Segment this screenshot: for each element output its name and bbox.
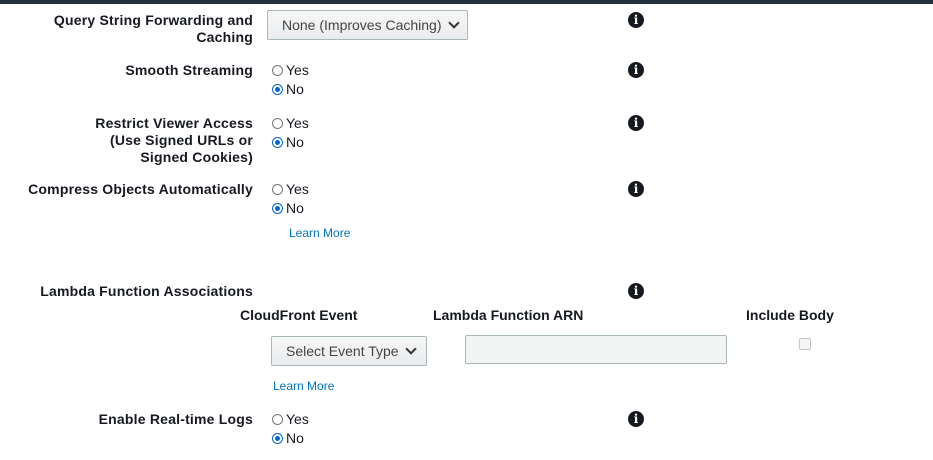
smooth-streaming-yes-radio[interactable] xyxy=(272,65,283,76)
lambda-arn-header: Lambda Function ARN xyxy=(433,307,584,323)
include-body-header: Include Body xyxy=(746,307,834,323)
chevron-down-icon xyxy=(404,343,417,355)
restrict-viewer-access-label: Restrict Viewer Access (Use Signed URLs … xyxy=(95,115,253,165)
restrict-viewer-access-no-option[interactable]: No xyxy=(272,133,309,152)
realtime-logs-no-radio[interactable] xyxy=(272,433,283,444)
smooth-streaming-no-radio[interactable] xyxy=(272,84,283,95)
query-string-select[interactable]: None (Improves Caching) xyxy=(267,10,468,40)
restrict-viewer-access-yes-radio[interactable] xyxy=(272,118,283,129)
realtime-logs-radio-group: Yes No xyxy=(272,410,309,448)
lambda-arn-input[interactable] xyxy=(465,335,727,364)
compress-objects-yes-option[interactable]: Yes xyxy=(272,180,309,199)
event-type-select[interactable]: Select Event Type xyxy=(271,336,427,366)
restrict-viewer-access-no-radio[interactable] xyxy=(272,137,283,148)
compress-objects-no-option[interactable]: No xyxy=(272,199,309,218)
lambda-learn-more-link[interactable]: Learn More xyxy=(273,379,334,393)
realtime-logs-yes-option[interactable]: Yes xyxy=(272,410,309,429)
realtime-logs-no-option[interactable]: No xyxy=(272,429,309,448)
restrict-viewer-access-radio-group: Yes No xyxy=(272,114,309,152)
compress-objects-radio-group: Yes No xyxy=(272,180,309,218)
smooth-streaming-label: Smooth Streaming xyxy=(125,62,253,78)
query-string-label: Query String Forwarding and Caching xyxy=(53,12,253,45)
info-icon[interactable]: i xyxy=(628,12,644,28)
cloudfront-event-header: CloudFront Event xyxy=(240,307,358,323)
realtime-logs-yes-radio[interactable] xyxy=(272,414,283,425)
top-bar xyxy=(0,0,933,4)
compress-objects-yes-radio[interactable] xyxy=(272,184,283,195)
include-body-checkbox[interactable] xyxy=(799,338,811,350)
compress-objects-learn-more-link[interactable]: Learn More xyxy=(289,226,350,240)
lambda-associations-label: Lambda Function Associations xyxy=(40,283,253,299)
restrict-viewer-access-yes-option[interactable]: Yes xyxy=(272,114,309,133)
info-icon[interactable]: i xyxy=(628,115,644,131)
info-icon[interactable]: i xyxy=(628,283,644,299)
chevron-down-icon xyxy=(447,17,460,29)
realtime-logs-label: Enable Real-time Logs xyxy=(98,411,253,427)
smooth-streaming-radio-group: Yes No xyxy=(272,61,309,99)
compress-objects-no-radio[interactable] xyxy=(272,203,283,214)
info-icon[interactable]: i xyxy=(628,181,644,197)
compress-objects-label: Compress Objects Automatically xyxy=(28,181,253,197)
smooth-streaming-no-option[interactable]: No xyxy=(272,80,309,99)
info-icon[interactable]: i xyxy=(628,62,644,78)
info-icon[interactable]: i xyxy=(628,411,644,427)
smooth-streaming-yes-option[interactable]: Yes xyxy=(272,61,309,80)
query-string-select-value: None (Improves Caching) xyxy=(282,17,442,33)
event-type-select-value: Select Event Type xyxy=(286,343,399,359)
